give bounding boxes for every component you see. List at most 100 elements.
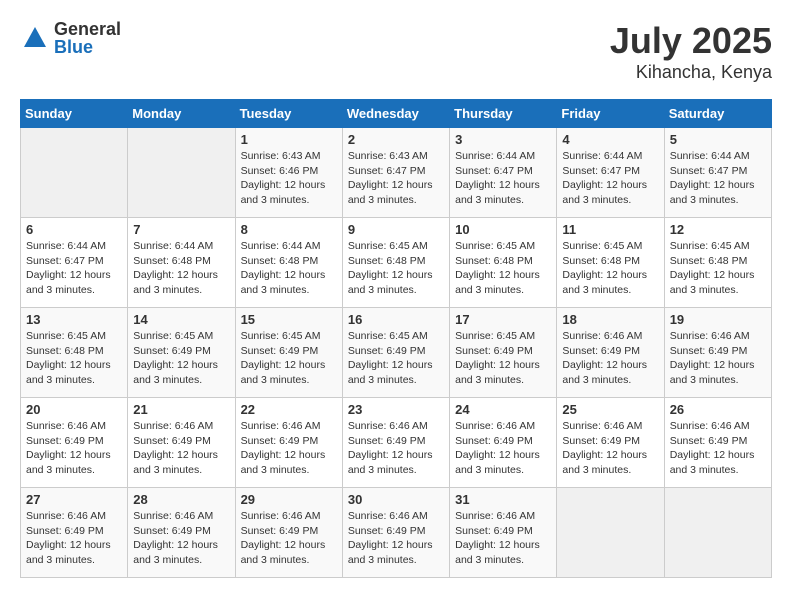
calendar-cell: 20Sunrise: 6:46 AMSunset: 6:49 PMDayligh…	[21, 398, 128, 488]
day-info: Sunrise: 6:46 AMSunset: 6:49 PMDaylight:…	[670, 419, 766, 478]
week-row-3: 13Sunrise: 6:45 AMSunset: 6:48 PMDayligh…	[21, 308, 772, 398]
daylight-text: Daylight: 12 hours and 3 minutes.	[241, 449, 326, 476]
day-number: 1	[241, 132, 337, 147]
calendar-cell: 29Sunrise: 6:46 AMSunset: 6:49 PMDayligh…	[235, 488, 342, 578]
day-info: Sunrise: 6:46 AMSunset: 6:49 PMDaylight:…	[133, 419, 229, 478]
sunset-text: Sunset: 6:49 PM	[562, 435, 640, 447]
calendar-cell: 23Sunrise: 6:46 AMSunset: 6:49 PMDayligh…	[342, 398, 449, 488]
sunrise-text: Sunrise: 6:45 AM	[348, 330, 428, 342]
logo-icon	[20, 23, 50, 53]
day-info: Sunrise: 6:45 AMSunset: 6:48 PMDaylight:…	[348, 239, 444, 298]
sunrise-text: Sunrise: 6:46 AM	[455, 510, 535, 522]
week-row-2: 6Sunrise: 6:44 AMSunset: 6:47 PMDaylight…	[21, 218, 772, 308]
day-info: Sunrise: 6:43 AMSunset: 6:47 PMDaylight:…	[348, 149, 444, 208]
day-number: 27	[26, 492, 122, 507]
calendar-cell: 30Sunrise: 6:46 AMSunset: 6:49 PMDayligh…	[342, 488, 449, 578]
header-day-wednesday: Wednesday	[342, 100, 449, 128]
sunrise-text: Sunrise: 6:46 AM	[26, 510, 106, 522]
calendar-cell: 7Sunrise: 6:44 AMSunset: 6:48 PMDaylight…	[128, 218, 235, 308]
header-row: SundayMondayTuesdayWednesdayThursdayFrid…	[21, 100, 772, 128]
day-number: 7	[133, 222, 229, 237]
daylight-text: Daylight: 12 hours and 3 minutes.	[133, 359, 218, 386]
day-info: Sunrise: 6:46 AMSunset: 6:49 PMDaylight:…	[562, 329, 658, 388]
header-day-saturday: Saturday	[664, 100, 771, 128]
calendar-body: 1 Sunrise: 6:43 AMSunset: 6:46 PMDaylight…	[21, 128, 772, 578]
header-day-sunday: Sunday	[21, 100, 128, 128]
calendar-cell: 9 Sunrise: 6:45 AMSunset: 6:48 PMDaylight…	[342, 218, 449, 308]
calendar-cell	[557, 488, 664, 578]
calendar-cell: 16 Sunrise: 6:45 AMSunset: 6:49 PMDayligh…	[342, 308, 449, 398]
sunset-text: Sunset: 6:49 PM	[133, 345, 211, 357]
sunset-text: Sunset: 6:49 PM	[26, 525, 104, 537]
day-number: 24	[455, 402, 551, 417]
title-month-year: July 2025	[610, 20, 772, 62]
day-info: Sunrise: 6:45 AMSunset: 6:48 PMDaylight:…	[26, 329, 122, 388]
calendar-cell: 24Sunrise: 6:46 AMSunset: 6:49 PMDayligh…	[450, 398, 557, 488]
calendar-cell: 25Sunrise: 6:46 AMSunset: 6:49 PMDayligh…	[557, 398, 664, 488]
day-number: 22	[241, 402, 337, 417]
day-number: 16	[348, 312, 444, 327]
day-number: 21	[133, 402, 229, 417]
daylight-text: Daylight: 12 hours and 3 minutes.	[26, 269, 111, 296]
day-info: Sunrise: 6:44 AMSunset: 6:47 PMDaylight:…	[670, 149, 766, 208]
day-number: 8	[241, 222, 337, 237]
day-info: Sunrise: 6:46 AMSunset: 6:49 PMDaylight:…	[241, 509, 337, 568]
calendar-cell	[664, 488, 771, 578]
calendar-cell: 1 Sunrise: 6:43 AMSunset: 6:46 PMDaylight…	[235, 128, 342, 218]
daylight-text: Daylight: 12 hours and 3 minutes.	[455, 179, 540, 206]
day-number: 26	[670, 402, 766, 417]
calendar-cell: 18Sunrise: 6:46 AMSunset: 6:49 PMDayligh…	[557, 308, 664, 398]
calendar-cell: 26 Sunrise: 6:46 AMSunset: 6:49 PMDayligh…	[664, 398, 771, 488]
daylight-text: Daylight: 12 hours and 3 minutes.	[348, 359, 433, 386]
sunrise-text: Sunrise: 6:46 AM	[348, 510, 428, 522]
header-day-monday: Monday	[128, 100, 235, 128]
logo-blue: Blue	[54, 38, 121, 56]
sunset-text: Sunset: 6:49 PM	[26, 435, 104, 447]
sunrise-text: Sunrise: 6:46 AM	[133, 420, 213, 432]
day-info: Sunrise: 6:46 AMSunset: 6:49 PMDaylight:…	[133, 509, 229, 568]
sunset-text: Sunset: 6:49 PM	[455, 435, 533, 447]
daylight-text: Daylight: 12 hours and 3 minutes.	[241, 179, 326, 206]
calendar-cell: 21 Sunrise: 6:46 AMSunset: 6:49 PMDayligh…	[128, 398, 235, 488]
day-number: 4	[562, 132, 658, 147]
sunset-text: Sunset: 6:49 PM	[670, 345, 748, 357]
day-info: Sunrise: 6:44 AMSunset: 6:47 PMDaylight:…	[562, 149, 658, 208]
day-info: Sunrise: 6:46 AMSunset: 6:49 PMDaylight:…	[670, 329, 766, 388]
calendar-cell: 14Sunrise: 6:45 AMSunset: 6:49 PMDayligh…	[128, 308, 235, 398]
daylight-text: Daylight: 12 hours and 3 minutes.	[241, 359, 326, 386]
daylight-text: Daylight: 12 hours and 3 minutes.	[455, 269, 540, 296]
daylight-text: Daylight: 12 hours and 3 minutes.	[26, 539, 111, 566]
sunrise-text: Sunrise: 6:45 AM	[455, 240, 535, 252]
sunset-text: Sunset: 6:49 PM	[455, 525, 533, 537]
calendar-cell: 17Sunrise: 6:45 AMSunset: 6:49 PMDayligh…	[450, 308, 557, 398]
day-number: 6	[26, 222, 122, 237]
daylight-text: Daylight: 12 hours and 3 minutes.	[26, 359, 111, 386]
calendar-cell: 2Sunrise: 6:43 AMSunset: 6:47 PMDaylight…	[342, 128, 449, 218]
daylight-text: Daylight: 12 hours and 3 minutes.	[133, 539, 218, 566]
calendar-cell: 6Sunrise: 6:44 AMSunset: 6:47 PMDaylight…	[21, 218, 128, 308]
day-info: Sunrise: 6:45 AMSunset: 6:49 PMDaylight:…	[455, 329, 551, 388]
day-number: 23	[348, 402, 444, 417]
day-number: 12	[670, 222, 766, 237]
day-info: Sunrise: 6:43 AMSunset: 6:46 PMDaylight:…	[241, 149, 337, 208]
sunset-text: Sunset: 6:48 PM	[670, 255, 748, 267]
day-info: Sunrise: 6:45 AMSunset: 6:48 PMDaylight:…	[670, 239, 766, 298]
calendar-cell: 10Sunrise: 6:45 AMSunset: 6:48 PMDayligh…	[450, 218, 557, 308]
sunset-text: Sunset: 6:46 PM	[241, 165, 319, 177]
sunset-text: Sunset: 6:48 PM	[455, 255, 533, 267]
sunrise-text: Sunrise: 6:46 AM	[562, 420, 642, 432]
day-info: Sunrise: 6:46 AMSunset: 6:49 PMDaylight:…	[26, 419, 122, 478]
day-number: 9	[348, 222, 444, 237]
sunrise-text: Sunrise: 6:46 AM	[26, 420, 106, 432]
day-info: Sunrise: 6:45 AMSunset: 6:49 PMDaylight:…	[241, 329, 337, 388]
sunrise-text: Sunrise: 6:46 AM	[455, 420, 535, 432]
sunset-text: Sunset: 6:49 PM	[348, 435, 426, 447]
day-info: Sunrise: 6:46 AMSunset: 6:49 PMDaylight:…	[455, 419, 551, 478]
header-day-tuesday: Tuesday	[235, 100, 342, 128]
daylight-text: Daylight: 12 hours and 3 minutes.	[562, 449, 647, 476]
day-info: Sunrise: 6:45 AMSunset: 6:49 PMDaylight:…	[348, 329, 444, 388]
day-info: Sunrise: 6:45 AMSunset: 6:49 PMDaylight:…	[133, 329, 229, 388]
daylight-text: Daylight: 12 hours and 3 minutes.	[348, 269, 433, 296]
calendar-cell: 27 Sunrise: 6:46 AM Sunset: 6:49 PM Dayligh…	[21, 488, 128, 578]
daylight-text: Daylight: 12 hours and 3 minutes.	[562, 359, 647, 386]
